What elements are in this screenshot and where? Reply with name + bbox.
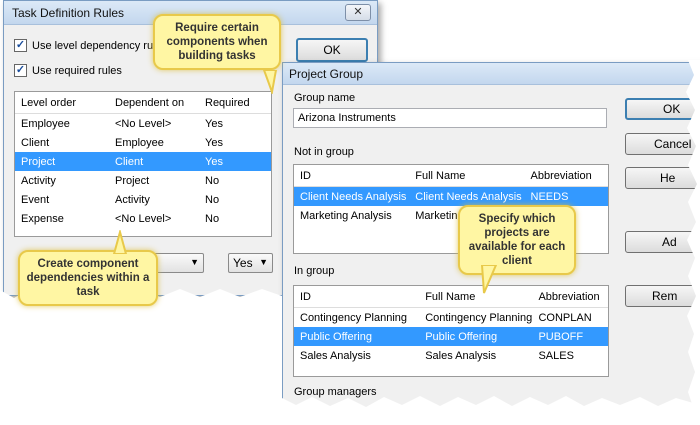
callout-required-components: Require certain components when building… [153,14,281,70]
callout-middle-text: Specify which projects are available for… [468,213,566,267]
callout-top-text: Require certain components when building… [166,22,268,62]
callout-tail-icon [112,230,128,254]
callout-component-dependencies: Create component dependencies within a t… [18,250,158,306]
callout-tail-icon [262,70,278,94]
torn-edge-decoration [0,60,700,425]
callout-tail-icon [480,265,498,294]
callout-left-text: Create component dependencies within a t… [26,258,150,298]
callout-projects-available: Specify which projects are available for… [458,205,576,275]
